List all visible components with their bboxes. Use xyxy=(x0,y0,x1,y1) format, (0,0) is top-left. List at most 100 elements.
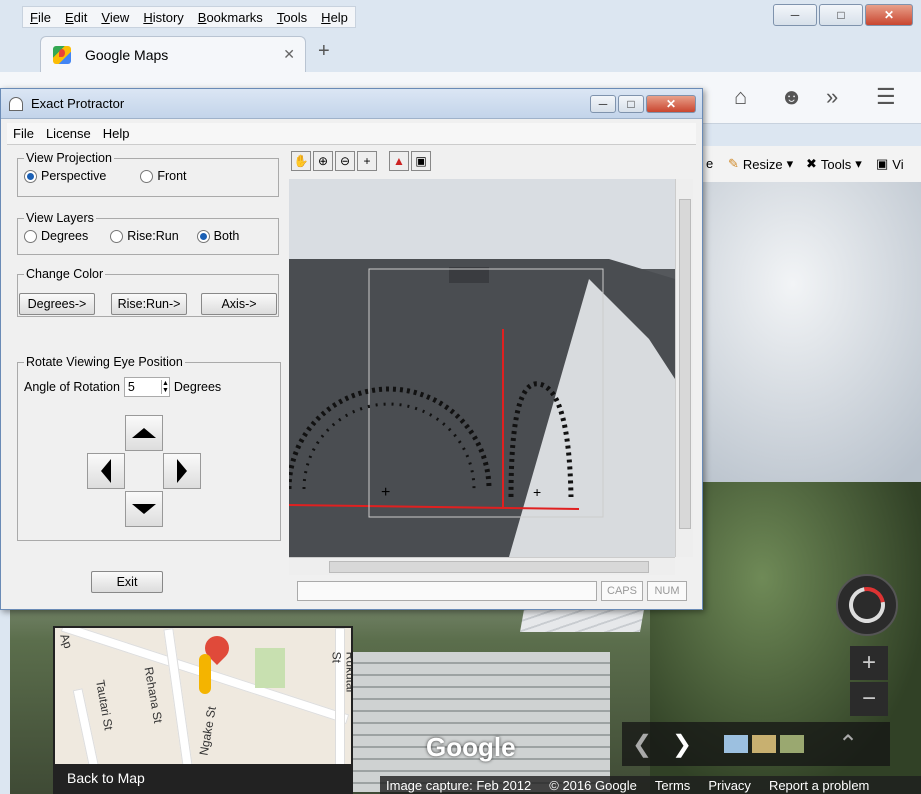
tab-title: Google Maps xyxy=(85,46,169,63)
down-arrow-icon xyxy=(132,504,156,514)
protractor-canvas[interactable]: + + xyxy=(289,179,675,557)
street-label: Ngake St xyxy=(196,705,219,757)
browser-menubar: File Edit View History Bookmarks Tools H… xyxy=(22,6,356,28)
menu-tools[interactable]: Tools xyxy=(270,7,314,27)
pan-hand-icon[interactable]: ✋ xyxy=(291,151,311,171)
terms-link[interactable]: Terms xyxy=(655,778,690,793)
angle-spinner[interactable]: ▲ ▼ xyxy=(160,380,169,394)
photo-thumbnail[interactable] xyxy=(780,735,804,753)
tools-label: Tools xyxy=(820,156,852,172)
tab-bar: Google Maps ✕ + xyxy=(0,32,921,72)
minimap[interactable]: Ap Tautari St Rehana St Ngake St Rukutai… xyxy=(53,626,353,794)
degrees-radio[interactable] xyxy=(24,229,37,243)
map-footer: Image capture: Feb 2012 © 2016 Google Te… xyxy=(380,776,921,794)
menu-help[interactable]: Help xyxy=(314,7,355,27)
photo-thumbnail[interactable] xyxy=(752,735,776,753)
toolbar-partial-label[interactable]: e xyxy=(706,156,713,171)
viewer-horizontal-scrollbar[interactable] xyxy=(289,557,675,575)
menu-bookmarks[interactable]: Bookmarks xyxy=(191,7,270,27)
hamburger-menu-icon[interactable]: ☰ xyxy=(876,84,896,110)
protractor-maximize-button[interactable]: □ xyxy=(618,94,644,113)
protractor-controls: View Projection Perspective Front View L… xyxy=(9,149,287,607)
chat-icon[interactable]: ☻ xyxy=(780,84,803,110)
pegman-icon xyxy=(199,654,211,694)
protractor-menu-license[interactable]: License xyxy=(40,123,97,144)
view-layers-group: View Layers Degrees Rise:Run Both xyxy=(17,211,279,255)
expand-up-icon[interactable]: ⌃ xyxy=(828,730,868,759)
zoom-in-icon[interactable]: ⊕ xyxy=(313,151,333,171)
maximize-button[interactable]: □ xyxy=(819,4,863,26)
angle-input[interactable]: 5 xyxy=(125,380,161,394)
overflow-chevron-icon[interactable]: » xyxy=(826,84,838,110)
wrench-icon: ✖ xyxy=(806,156,817,171)
viewer-vertical-scrollbar[interactable] xyxy=(675,179,693,557)
both-radio[interactable] xyxy=(196,229,210,243)
front-radio[interactable] xyxy=(140,169,154,183)
protractor-titlebar[interactable]: Exact Protractor ─ □ ✕ xyxy=(1,89,702,119)
zoom-in-button[interactable]: + xyxy=(850,646,888,680)
monitor-icon: ▣ xyxy=(876,156,889,171)
capture-image-icon[interactable]: ▣ xyxy=(411,151,431,171)
angle-label: Angle of Rotation xyxy=(24,380,120,394)
degrees-label: Degrees xyxy=(41,229,89,243)
axis-color-button[interactable]: Axis-> xyxy=(201,293,277,315)
color-fill-icon[interactable]: ▲ xyxy=(389,151,409,171)
new-tab-icon[interactable]: + xyxy=(318,40,330,63)
rotate-left-button[interactable] xyxy=(87,453,125,489)
rise-run-radio[interactable] xyxy=(110,229,124,243)
rotate-eye-legend: Rotate Viewing Eye Position xyxy=(26,355,183,369)
change-color-legend: Change Color xyxy=(26,267,104,281)
num-indicator: NUM xyxy=(647,581,687,601)
dropdown-icon: ▾ xyxy=(855,156,862,171)
menu-history[interactable]: History xyxy=(136,7,190,27)
protractor-minimize-button[interactable]: ─ xyxy=(590,94,616,113)
angle-unit: Degrees xyxy=(173,380,222,394)
back-to-map-button[interactable]: Back to Map xyxy=(55,764,351,792)
caps-indicator: CAPS xyxy=(601,581,643,601)
dropdown-icon: ▾ xyxy=(786,156,794,171)
view-projection-legend: View Projection xyxy=(26,151,112,165)
street-label: Rehana St xyxy=(141,665,166,725)
zoom-out-button[interactable]: − xyxy=(850,682,888,716)
degrees-color-button[interactable]: Degrees-> xyxy=(19,293,95,315)
perspective-label: Perspective xyxy=(41,169,107,183)
rise-run-color-button[interactable]: Rise:Run-> xyxy=(111,293,187,315)
protractor-menu-file[interactable]: File xyxy=(7,123,40,144)
zoom-out-icon[interactable]: ⊖ xyxy=(335,151,355,171)
next-arrow-icon[interactable]: ❯ xyxy=(662,730,702,759)
rotate-up-button[interactable] xyxy=(125,415,163,451)
rise-run-label: Rise:Run xyxy=(127,229,179,243)
tab-google-maps[interactable]: Google Maps ✕ xyxy=(40,36,306,72)
home-icon[interactable]: ⌂ xyxy=(734,84,747,110)
both-label: Both xyxy=(213,229,240,243)
photo-thumbnail[interactable] xyxy=(724,735,748,753)
protractor-caption-buttons: ─ □ ✕ xyxy=(590,94,696,113)
crosshair-icon[interactable]: + xyxy=(357,151,377,171)
protractor-overlay: + + xyxy=(289,179,675,557)
right-arrow-icon xyxy=(177,459,187,483)
resize-button[interactable]: ✎ Resize ▾ xyxy=(728,156,793,172)
report-problem-link[interactable]: Report a problem xyxy=(769,778,869,793)
menu-file[interactable]: File xyxy=(23,7,58,27)
minimize-button[interactable]: ─ xyxy=(773,4,817,26)
tab-close-icon[interactable]: ✕ xyxy=(283,46,295,63)
viewer-toolbar: ✋ ⊕ ⊖ + ▲ ▣ xyxy=(289,149,697,175)
previous-arrow-icon[interactable]: ❮ xyxy=(622,730,662,759)
protractor-app-icon xyxy=(9,96,23,111)
compass-icon[interactable] xyxy=(836,574,898,636)
perspective-radio[interactable] xyxy=(24,169,37,183)
rotate-down-button[interactable] xyxy=(125,491,163,527)
protractor-close-button[interactable]: ✕ xyxy=(646,94,696,113)
rotate-right-button[interactable] xyxy=(163,453,201,489)
street-view-nav: ❮ ❯ ⌃ xyxy=(622,722,890,766)
privacy-link[interactable]: Privacy xyxy=(708,778,751,793)
menu-view[interactable]: View xyxy=(94,7,136,27)
close-button[interactable]: ✕ xyxy=(865,4,913,26)
exit-button[interactable]: Exit xyxy=(91,571,163,593)
tools-button[interactable]: ✖ Tools ▾ xyxy=(806,156,862,172)
copyright: © 2016 Google xyxy=(549,777,637,793)
vi-button[interactable]: ▣ Vi xyxy=(876,156,904,172)
menu-edit[interactable]: Edit xyxy=(58,7,94,27)
view-projection-group: View Projection Perspective Front xyxy=(17,151,279,197)
protractor-menu-help[interactable]: Help xyxy=(97,123,136,144)
